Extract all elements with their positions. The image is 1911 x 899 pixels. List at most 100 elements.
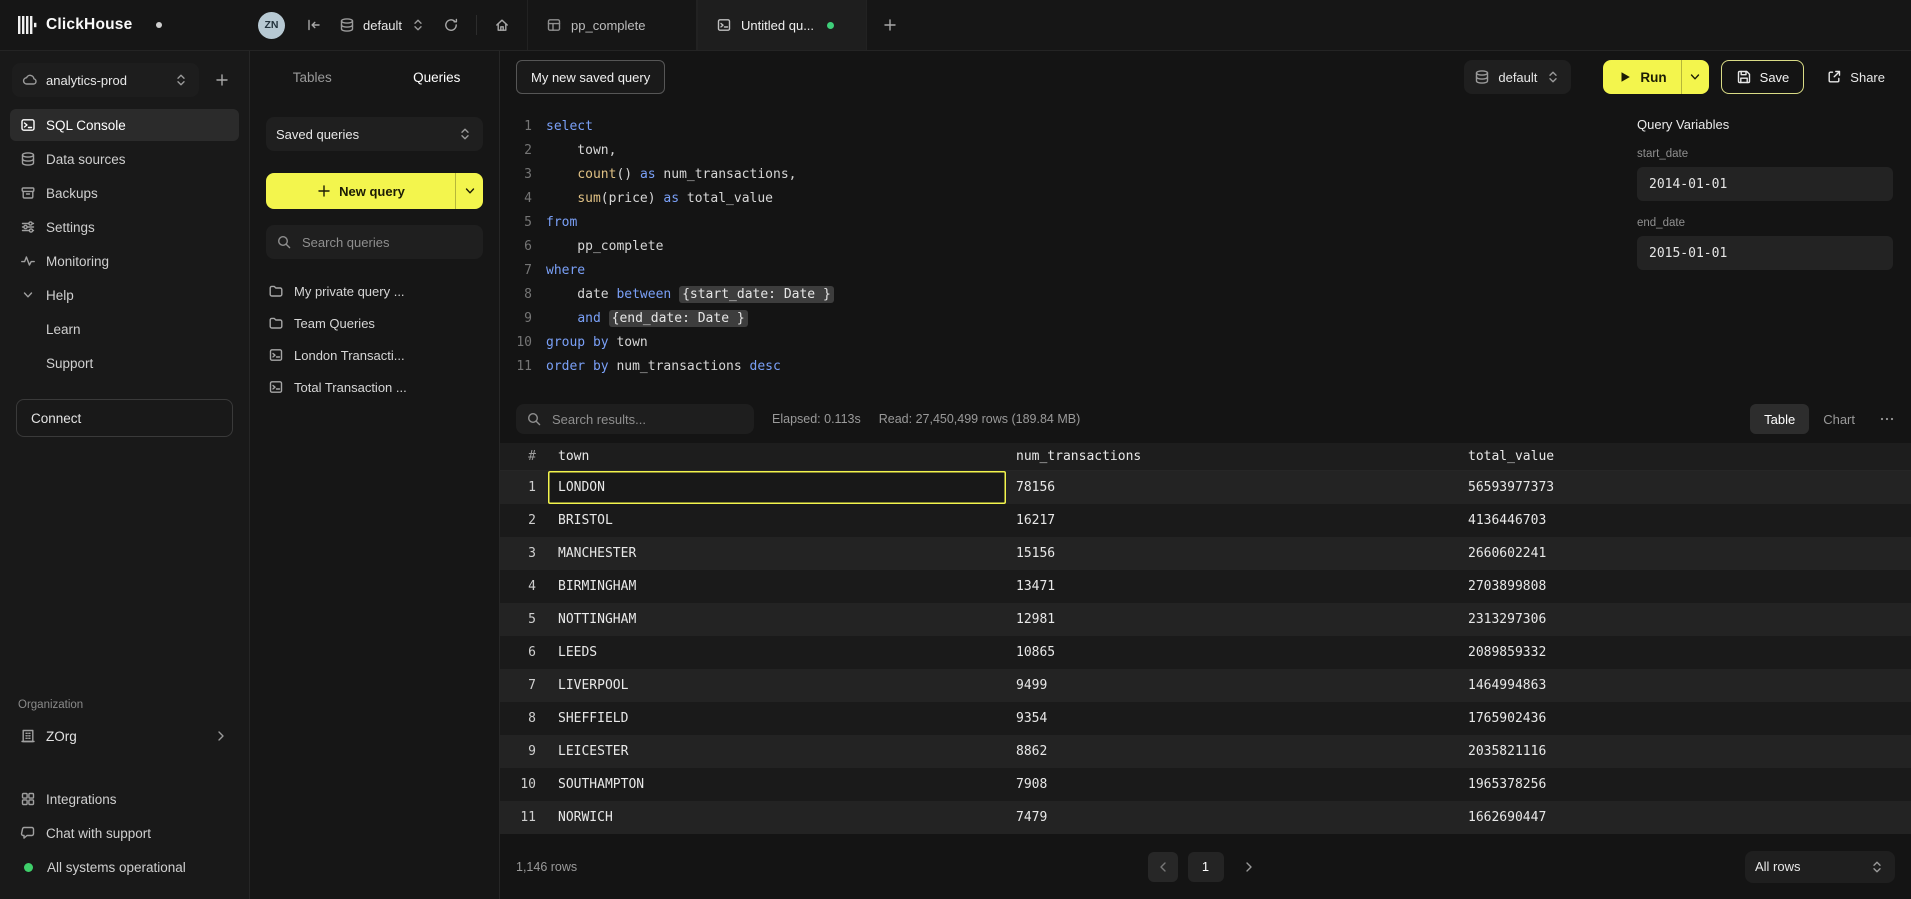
cell-index[interactable]: 5	[500, 603, 548, 636]
cell-num-transactions[interactable]: 7479	[1006, 801, 1458, 834]
sidebar-item-chat-with-support[interactable]: Chat with support	[10, 817, 239, 849]
cell-num-transactions[interactable]: 12981	[1006, 603, 1458, 636]
current-page[interactable]: 1	[1188, 852, 1224, 882]
sidebar-item-data-sources[interactable]: Data sources	[10, 143, 239, 175]
code-line-5[interactable]: 5from	[506, 211, 1619, 235]
table-row-7[interactable]: 7LIVERPOOL94991464994863	[500, 669, 1911, 702]
cell-total-value[interactable]: 1464994863	[1458, 669, 1911, 702]
view-table-button[interactable]: Table	[1750, 404, 1809, 434]
tab-untitled-query[interactable]: Untitled qu...	[697, 0, 867, 50]
cell-num-transactions[interactable]: 13471	[1006, 570, 1458, 603]
cell-index[interactable]: 9	[500, 735, 548, 768]
table-row-5[interactable]: 5NOTTINGHAM129812313297306	[500, 603, 1911, 636]
service-select[interactable]: analytics-prod	[12, 63, 199, 97]
table-row-10[interactable]: 10SOUTHAMPTON79081965378256	[500, 768, 1911, 801]
cell-town[interactable]: MANCHESTER	[548, 537, 1006, 570]
cell-num-transactions[interactable]: 9499	[1006, 669, 1458, 702]
cell-town[interactable]: BRISTOL	[548, 504, 1006, 537]
cell-index[interactable]: 11	[500, 801, 548, 834]
code-line-7[interactable]: 7where	[506, 259, 1619, 283]
share-button[interactable]: Share	[1816, 60, 1895, 94]
cell-num-transactions[interactable]: 16217	[1006, 504, 1458, 537]
table-row-2[interactable]: 2BRISTOL162174136446703	[500, 504, 1911, 537]
table-row-1[interactable]: 1LONDON7815656593977373	[500, 471, 1911, 504]
sidebar-item-help[interactable]: Help	[10, 279, 239, 311]
code-line-1[interactable]: 1select	[506, 115, 1619, 139]
search-queries-input[interactable]	[300, 234, 473, 251]
code-line-2[interactable]: 2 town,	[506, 139, 1619, 163]
cell-num-transactions[interactable]: 7908	[1006, 768, 1458, 801]
saved-queries-select[interactable]: Saved queries	[266, 117, 483, 151]
run-button[interactable]: Run	[1603, 60, 1680, 94]
next-page-button[interactable]	[1234, 852, 1264, 882]
sidebar-item-integrations[interactable]: Integrations	[10, 783, 239, 815]
saved-query-item-team-queries[interactable]: Team Queries	[250, 307, 499, 339]
tab-pp-complete[interactable]: pp_complete	[527, 0, 697, 50]
new-tab-button[interactable]	[875, 10, 905, 40]
table-row-4[interactable]: 4BIRMINGHAM134712703899808	[500, 570, 1911, 603]
search-results-input[interactable]	[550, 411, 744, 428]
page-size-select[interactable]: All rows	[1745, 851, 1895, 883]
connect-button[interactable]: Connect	[16, 399, 233, 437]
cell-num-transactions[interactable]: 78156	[1006, 471, 1458, 504]
more-options-icon[interactable]	[1879, 411, 1895, 427]
sidebar-item-learn[interactable]: Learn	[10, 313, 239, 345]
column-header-num-transactions[interactable]: num_transactions	[1006, 440, 1458, 473]
code-line-8[interactable]: 8 date between {start_date: Date }	[506, 283, 1619, 307]
cell-town[interactable]: LIVERPOOL	[548, 669, 1006, 702]
view-chart-button[interactable]: Chart	[1809, 404, 1869, 434]
end-date-input[interactable]	[1637, 236, 1893, 270]
cell-index[interactable]: 1	[500, 471, 548, 504]
collapse-sidebar-button[interactable]	[299, 10, 329, 40]
cell-total-value[interactable]: 56593977373	[1458, 471, 1911, 504]
cell-total-value[interactable]: 2089859332	[1458, 636, 1911, 669]
cell-town[interactable]: SHEFFIELD	[548, 702, 1006, 735]
saved-query-item-london-transacti[interactable]: London Transacti...	[250, 339, 499, 371]
code-line-3[interactable]: 3 count() as num_transactions,	[506, 163, 1619, 187]
add-service-button[interactable]	[207, 65, 237, 95]
cell-index[interactable]: 10	[500, 768, 548, 801]
save-button[interactable]: Save	[1721, 60, 1805, 94]
home-button[interactable]	[487, 10, 517, 40]
cell-index[interactable]: 7	[500, 669, 548, 702]
cell-town[interactable]: LONDON	[548, 471, 1006, 504]
topbar-database-select[interactable]: default	[329, 8, 436, 42]
refresh-button[interactable]	[436, 10, 466, 40]
table-row-3[interactable]: 3MANCHESTER151562660602241	[500, 537, 1911, 570]
new-query-button[interactable]: New query	[266, 173, 483, 209]
cell-num-transactions[interactable]: 9354	[1006, 702, 1458, 735]
table-row-9[interactable]: 9LEICESTER88622035821116	[500, 735, 1911, 768]
sidebar-item-all-systems-operational[interactable]: All systems operational	[10, 851, 239, 883]
code-line-4[interactable]: 4 sum(price) as total_value	[506, 187, 1619, 211]
sidebar-item-monitoring[interactable]: Monitoring	[10, 245, 239, 277]
cell-total-value[interactable]: 1965378256	[1458, 768, 1911, 801]
cell-num-transactions[interactable]: 10865	[1006, 636, 1458, 669]
sidebar-item-sql-console[interactable]: SQL Console	[10, 109, 239, 141]
cell-town[interactable]: LEICESTER	[548, 735, 1006, 768]
cell-town[interactable]: NOTTINGHAM	[548, 603, 1006, 636]
sidebar-item-support[interactable]: Support	[10, 347, 239, 379]
cell-num-transactions[interactable]: 8862	[1006, 735, 1458, 768]
cell-total-value[interactable]: 2703899808	[1458, 570, 1911, 603]
cell-total-value[interactable]: 1765902436	[1458, 702, 1911, 735]
code-line-9[interactable]: 9 and {end_date: Date }	[506, 307, 1619, 331]
code-line-6[interactable]: 6 pp_complete	[506, 235, 1619, 259]
code-line-11[interactable]: 11order by num_transactions desc	[506, 355, 1619, 379]
sql-editor[interactable]: 1select2 town,3 count() as num_transacti…	[500, 103, 1619, 395]
sidebar-item-backups[interactable]: Backups	[10, 177, 239, 209]
run-options-caret[interactable]	[1681, 60, 1709, 94]
cell-total-value[interactable]: 2313297306	[1458, 603, 1911, 636]
cell-num-transactions[interactable]: 15156	[1006, 537, 1458, 570]
column-header-total-value[interactable]: total_value	[1458, 440, 1911, 473]
cell-index[interactable]: 3	[500, 537, 548, 570]
tab-queries[interactable]: Queries	[375, 70, 500, 85]
cell-total-value[interactable]: 4136446703	[1458, 504, 1911, 537]
code-line-10[interactable]: 10group by town	[506, 331, 1619, 355]
cell-index[interactable]: 2	[500, 504, 548, 537]
table-row-11[interactable]: 11NORWICH74791662690447	[500, 801, 1911, 834]
run-database-select[interactable]: default	[1464, 60, 1571, 94]
user-avatar[interactable]: ZN	[258, 12, 285, 39]
tab-tables[interactable]: Tables	[250, 70, 375, 85]
cell-town[interactable]: BIRMINGHAM	[548, 570, 1006, 603]
saved-query-item-my-private-query[interactable]: My private query ...	[250, 275, 499, 307]
